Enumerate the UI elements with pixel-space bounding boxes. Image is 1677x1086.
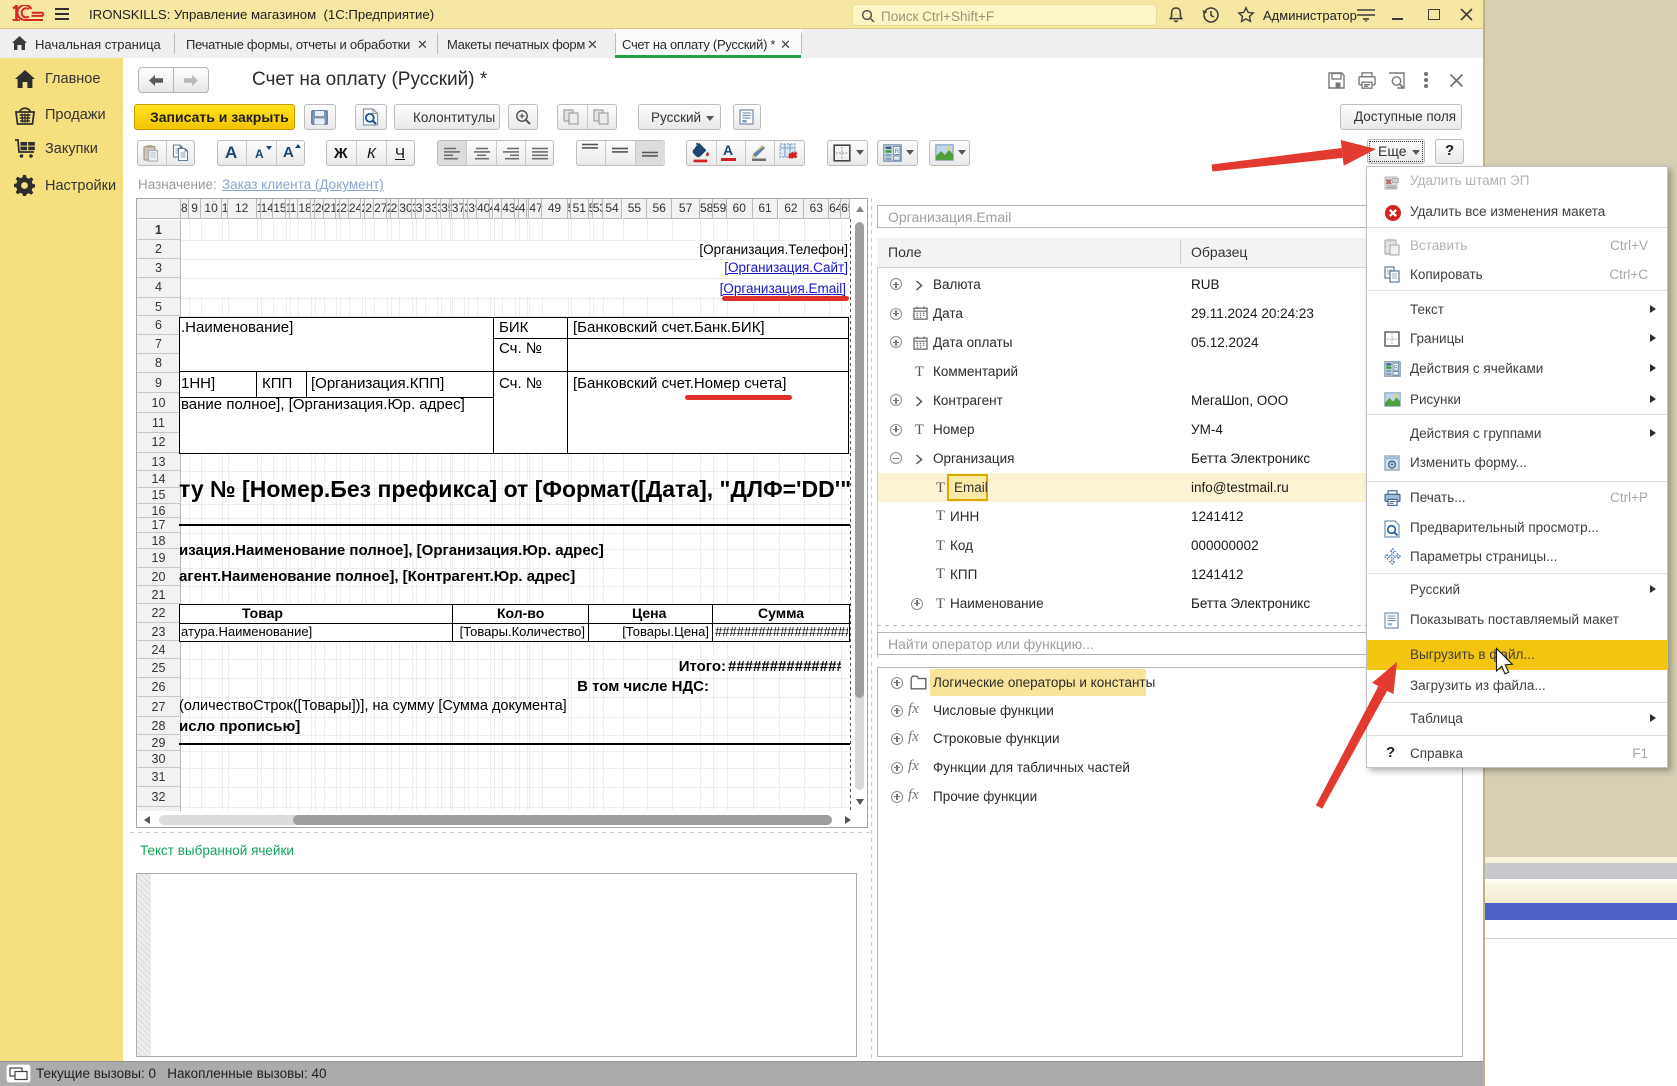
svg-text:R: R: [1394, 365, 1398, 371]
svg-text:R: R: [895, 149, 900, 155]
